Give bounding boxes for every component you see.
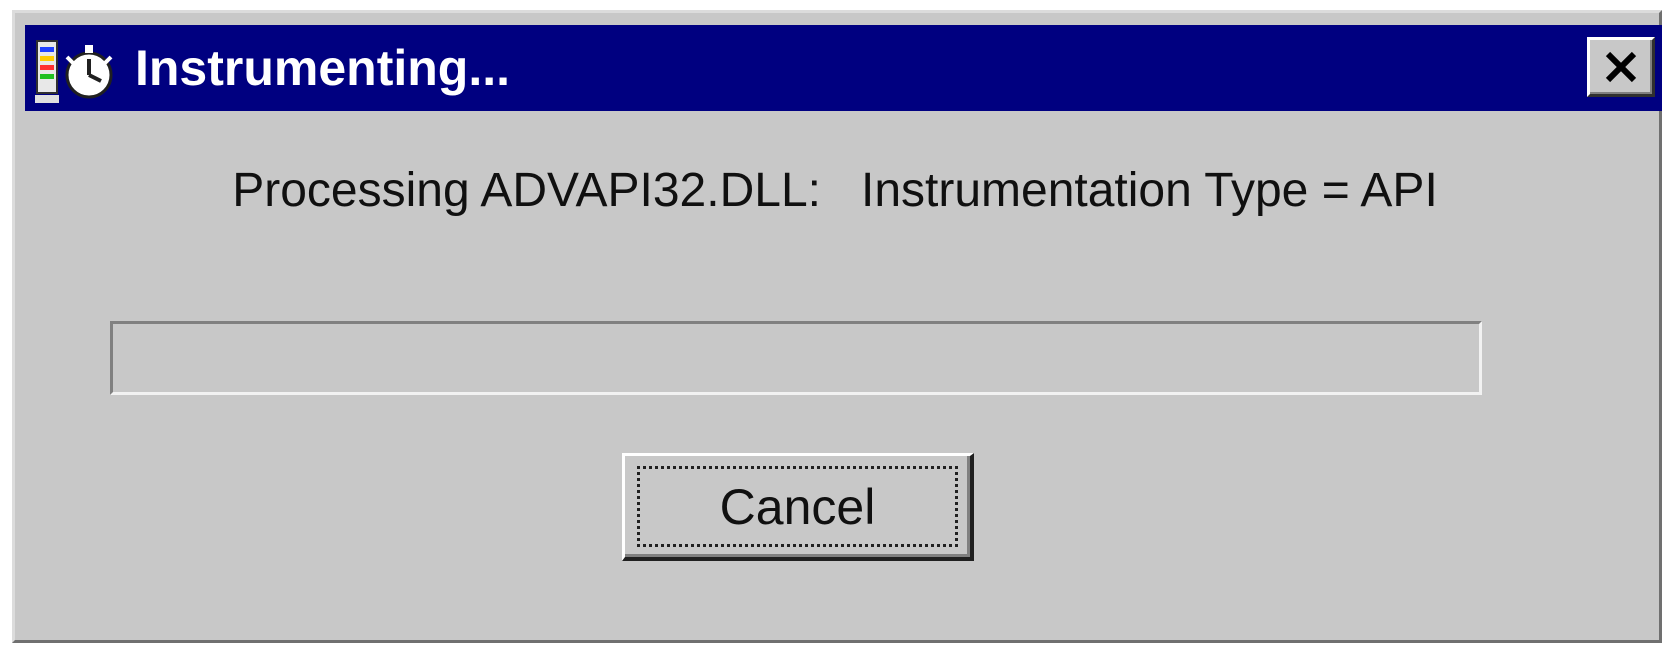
stopwatch-icon (35, 35, 125, 105)
status-message: Processing ADVAPI32.DLL: Instrumentation… (232, 164, 1438, 217)
cancel-button-label: Cancel (719, 478, 876, 535)
window-title: Instrumenting... (135, 40, 510, 96)
progress-bar (110, 321, 1482, 395)
instrumenting-dialog: Instrumenting... Processing ADVAPI32.DLL… (12, 10, 1662, 643)
close-button[interactable] (1587, 37, 1655, 97)
cancel-button[interactable]: Cancel (622, 453, 974, 561)
title-bar[interactable]: Instrumenting... (25, 25, 1662, 111)
close-icon (1605, 51, 1637, 83)
